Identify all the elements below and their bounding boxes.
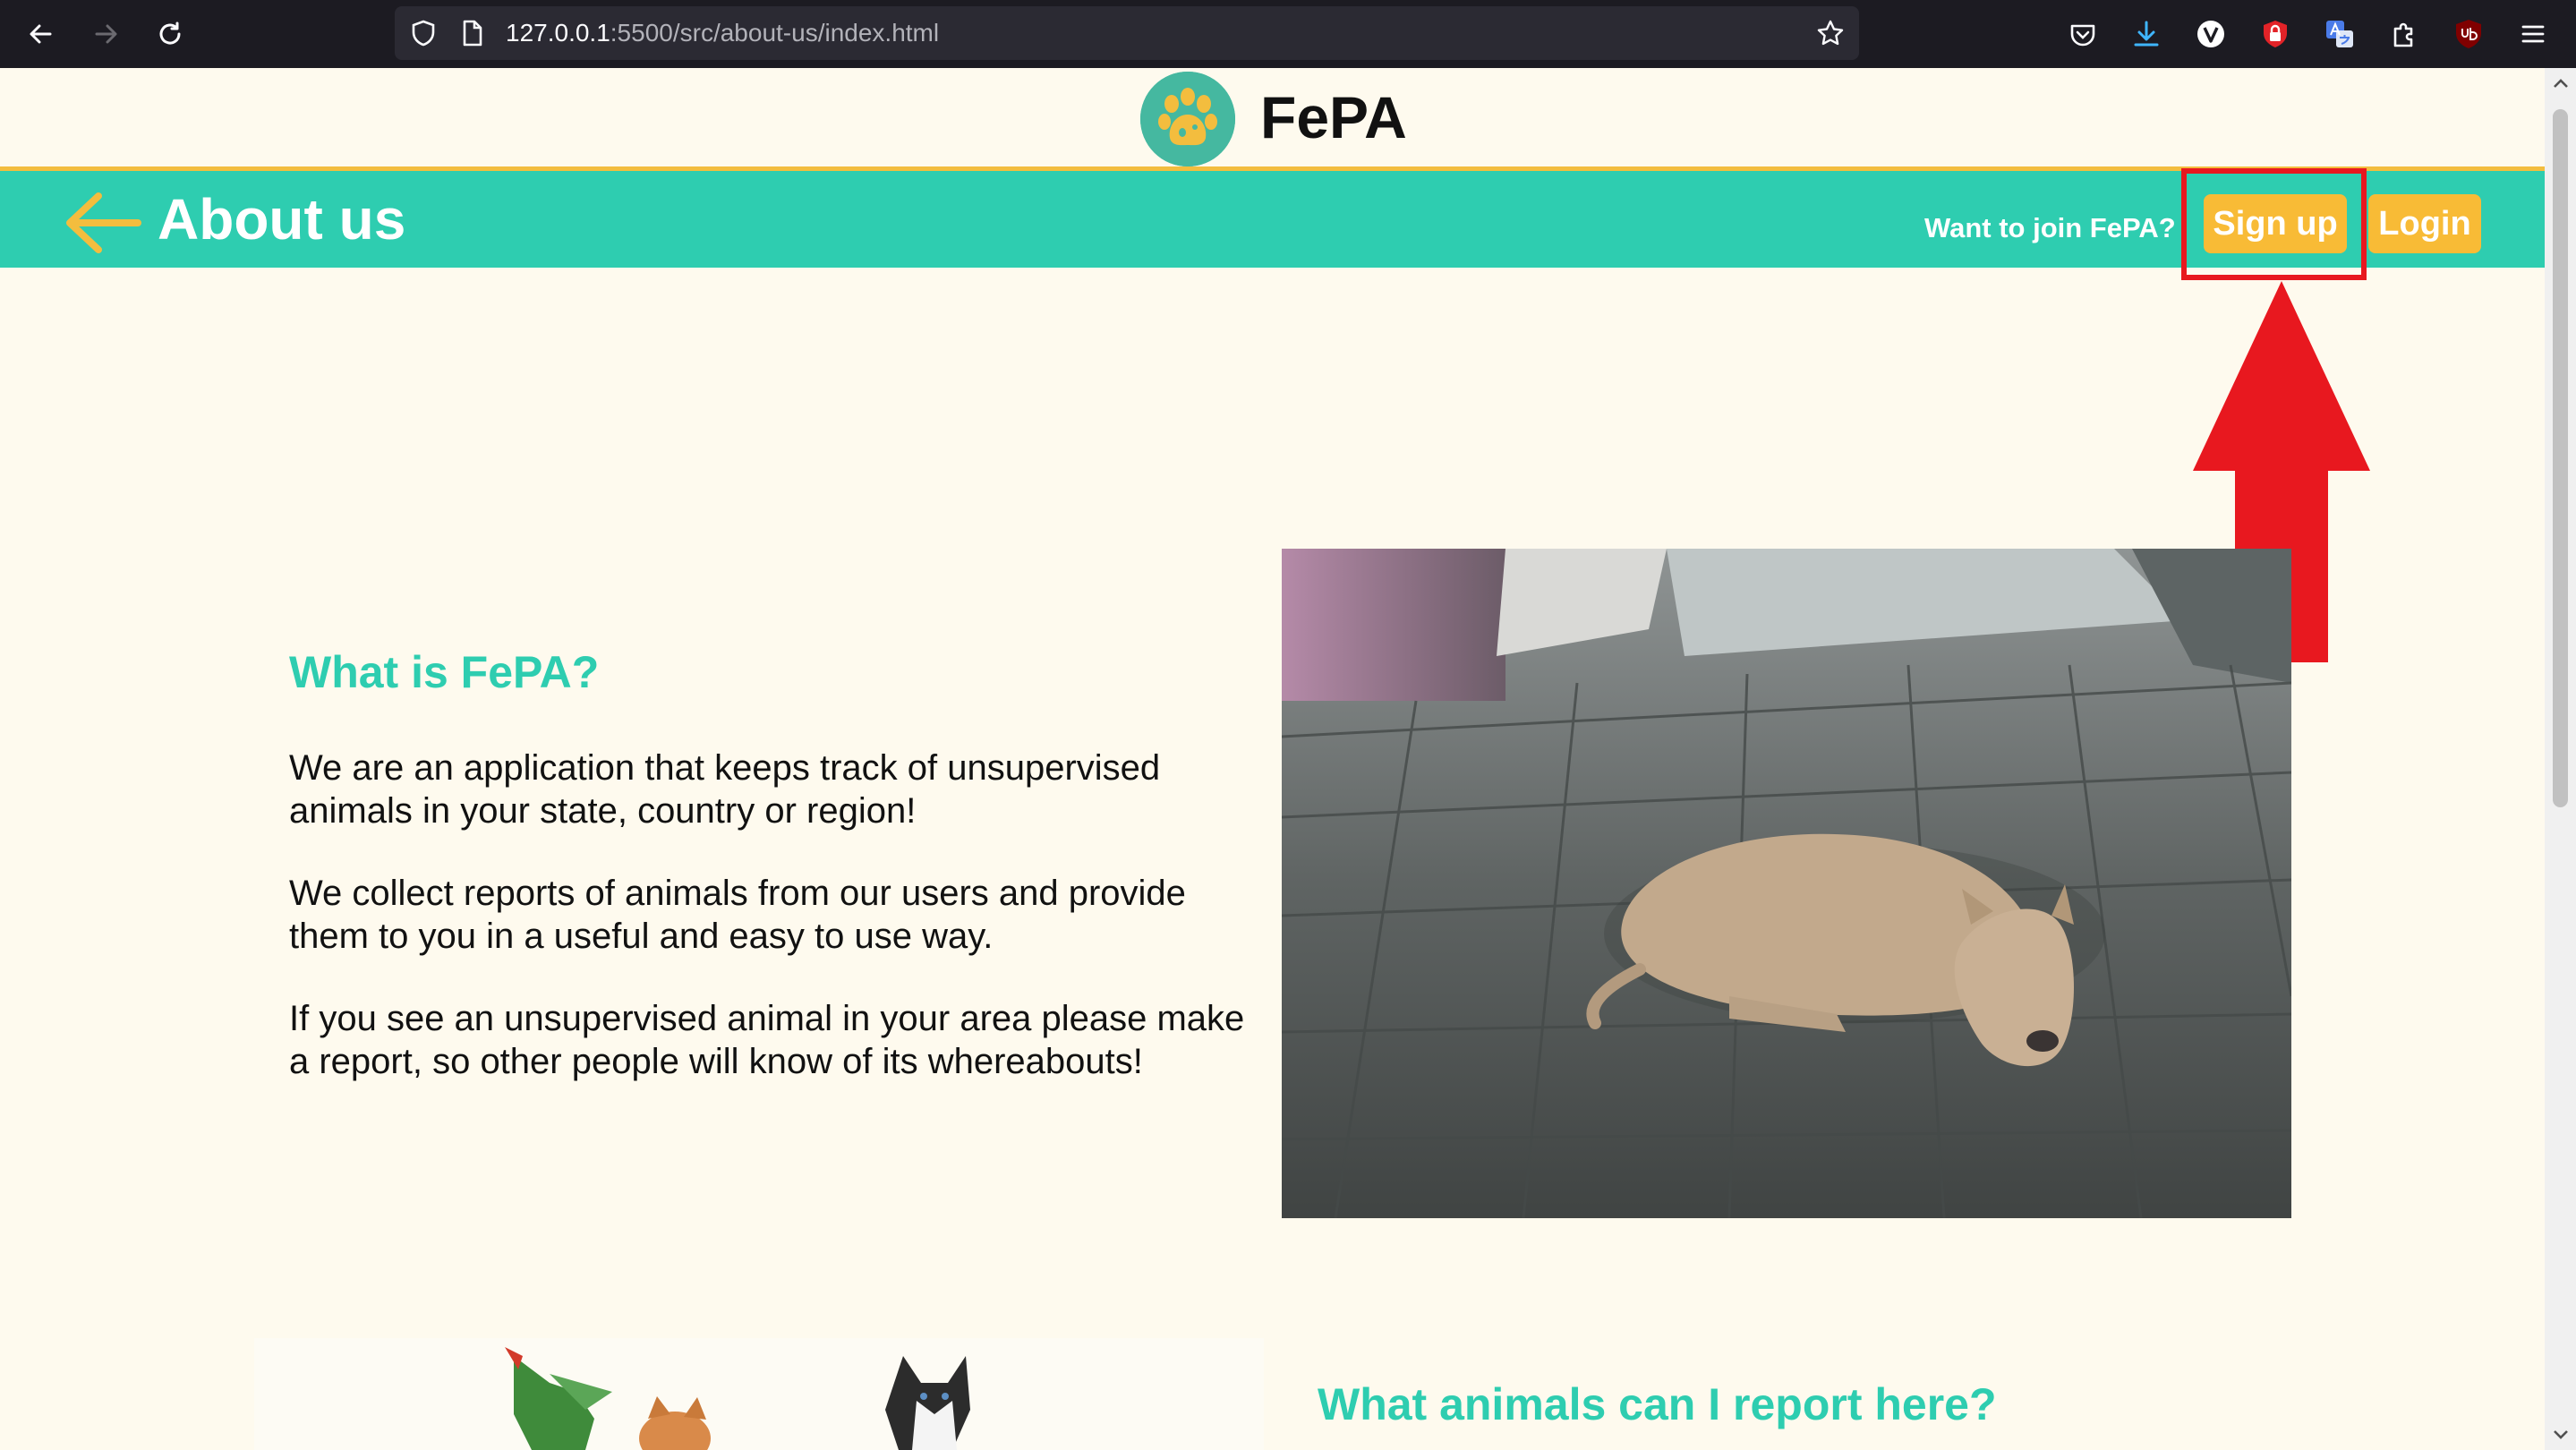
signup-button[interactable]: Sign up: [2204, 194, 2347, 253]
site-header: FePA: [0, 68, 2545, 166]
about-heading: What is FePA?: [289, 647, 600, 697]
about-paragraph: We are an application that keeps track o…: [289, 748, 1161, 831]
stray-dog-photo: [1282, 549, 2291, 1218]
page-title: About us: [158, 187, 406, 252]
ublock-icon[interactable]: [2451, 16, 2486, 52]
address-bar[interactable]: 127.0.0.1:5500/src/about-us/index.html: [395, 6, 1859, 60]
pocket-icon[interactable]: [2065, 16, 2101, 52]
extension-v-icon[interactable]: [2193, 16, 2229, 52]
url-path: :5500/src/about-us/index.html: [610, 19, 940, 47]
url-text[interactable]: 127.0.0.1:5500/src/about-us/index.html: [506, 21, 939, 46]
brand-name: FePA: [1260, 84, 1407, 150]
about-paragraph: We collect reports of animals from our u…: [289, 874, 1186, 956]
login-button[interactable]: Login: [2368, 194, 2481, 253]
scrollbar-thumb[interactable]: [2553, 109, 2568, 807]
join-prompt: Want to join FePA?: [1924, 212, 2176, 243]
shield-icon[interactable]: [407, 17, 439, 49]
downloads-icon[interactable]: [2128, 16, 2164, 52]
scrollbar[interactable]: [2545, 68, 2576, 1450]
menu-icon[interactable]: [2515, 16, 2551, 52]
bookmark-star-icon[interactable]: [1814, 17, 1847, 49]
forward-icon[interactable]: [88, 16, 124, 52]
translate-icon[interactable]: [2322, 16, 2358, 52]
scroll-down-arrow-icon[interactable]: [2550, 1424, 2572, 1446]
paw-logo-icon[interactable]: [1140, 72, 1235, 166]
extensions-puzzle-icon[interactable]: [2386, 16, 2422, 52]
page-icon: [456, 17, 488, 49]
scroll-up-arrow-icon[interactable]: [2550, 72, 2572, 94]
back-arrow-icon[interactable]: [63, 191, 143, 253]
extension-lock-icon[interactable]: [2257, 16, 2293, 52]
navbar: About us Want to join FePA? Sign up Logi…: [0, 166, 2545, 268]
browser-toolbar: 127.0.0.1:5500/src/about-us/index.html: [0, 0, 2576, 68]
about-paragraph: If you see an unsupervised animal in you…: [289, 999, 1245, 1081]
url-host: 127.0.0.1: [506, 19, 610, 47]
reload-icon[interactable]: [152, 16, 188, 52]
animals-illustration: [254, 1338, 1264, 1450]
animals-heading: What animals can I report here?: [1318, 1379, 1997, 1429]
back-icon[interactable]: [23, 16, 59, 52]
